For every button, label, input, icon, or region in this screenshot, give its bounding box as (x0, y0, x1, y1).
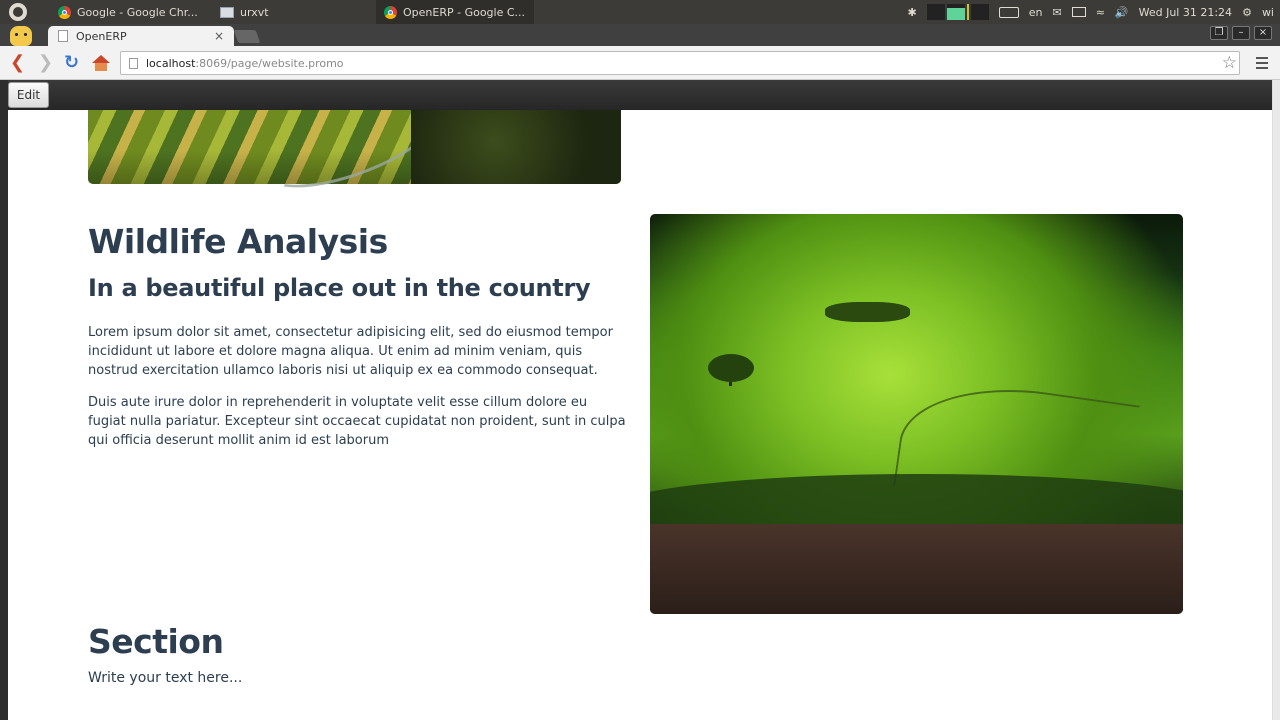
keyboard-layout[interactable]: en (1029, 6, 1043, 19)
terminal-icon (220, 6, 234, 18)
window-tab-label: Google - Google Chr... (77, 5, 198, 19)
new-tab-button[interactable] (233, 30, 261, 43)
wifi-icon[interactable]: ≈ (1096, 6, 1105, 19)
url-path: :8069/page/website.promo (195, 56, 344, 70)
window-tab-label: urxvt (240, 5, 269, 19)
clock[interactable]: Wed Jul 31 21:24 (1139, 6, 1232, 19)
bluetooth-icon[interactable]: ✱ (908, 6, 917, 19)
edit-button[interactable]: Edit (8, 82, 49, 108)
window-controls: ❐ – × (1210, 26, 1272, 40)
restore-icon[interactable]: ❐ (1210, 26, 1228, 40)
profile-avatar-icon[interactable] (8, 24, 34, 46)
os-top-panel: Google - Google Chr... urxvt OpenERP - G… (0, 0, 1280, 24)
ubuntu-logo-icon[interactable] (9, 3, 27, 21)
page-icon (58, 30, 68, 42)
reload-icon[interactable]: ↻ (64, 54, 79, 72)
power-gear-icon[interactable]: ⚙ (1242, 6, 1252, 19)
paragraph-2: Duis aute irure dolor in reprehenderit i… (88, 395, 626, 448)
bookmark-star-icon[interactable]: ☆ (1222, 53, 1237, 73)
chrome-icon (384, 5, 397, 19)
close-tab-icon[interactable]: × (214, 29, 224, 43)
mail-icon[interactable]: ✉ (1052, 6, 1061, 19)
close-window-icon[interactable]: × (1254, 26, 1272, 40)
system-monitor-icon[interactable] (926, 4, 989, 20)
left-window-edge (0, 80, 8, 720)
minimize-icon[interactable]: – (1232, 26, 1250, 40)
user-menu[interactable]: wi (1262, 6, 1274, 19)
window-tab-urxvt[interactable]: urxvt (212, 0, 372, 24)
browser-tab-title: OpenERP (76, 29, 127, 43)
chrome-icon (58, 5, 71, 19)
scrollbar[interactable] (1272, 80, 1280, 720)
browser-tab-openerp[interactable]: OpenERP × (48, 26, 234, 46)
url-host: localhost (146, 56, 196, 70)
section-text: Write your text here... (88, 670, 243, 686)
address-bar[interactable]: localhost:8069/page/website.promo ☆ (120, 51, 1240, 75)
browser-toolbar: ❮ ❯ ↻ localhost:8069/page/website.promo … (0, 46, 1280, 80)
page-headline: Wildlife Analysis (88, 222, 388, 261)
chrome-menu-icon[interactable] (1256, 57, 1268, 72)
home-icon[interactable] (92, 55, 110, 71)
forward-arrow-icon[interactable]: ❯ (38, 54, 53, 72)
window-tab-label: OpenERP - Google C... (403, 5, 526, 19)
window-tab-google[interactable]: Google - Google Chr... (50, 0, 208, 24)
window-tab-openerp[interactable]: OpenERP - Google C... (376, 0, 534, 24)
battery-icon[interactable] (1071, 7, 1086, 17)
openerp-edit-bar: Edit (0, 80, 1272, 110)
keyboard-icon[interactable] (998, 6, 1019, 18)
system-tray: ✱ en ✉ ≈ 🔊 Wed Jul 31 21:24 ⚙ wi (908, 0, 1280, 24)
volume-icon[interactable]: 🔊 (1115, 6, 1129, 19)
green-hills-image (650, 214, 1183, 614)
page-subheadline: In a beautiful place out in the country (88, 274, 591, 302)
paragraph-1: Lorem ipsum dolor sit amet, consectetur … (88, 325, 613, 378)
section-title: Section (88, 622, 224, 661)
back-arrow-icon[interactable]: ❮ (10, 54, 25, 72)
web-page: Wildlife Analysis In a beautiful place o… (8, 110, 1272, 720)
page-icon (129, 57, 138, 69)
landscape-image-top (88, 110, 621, 206)
